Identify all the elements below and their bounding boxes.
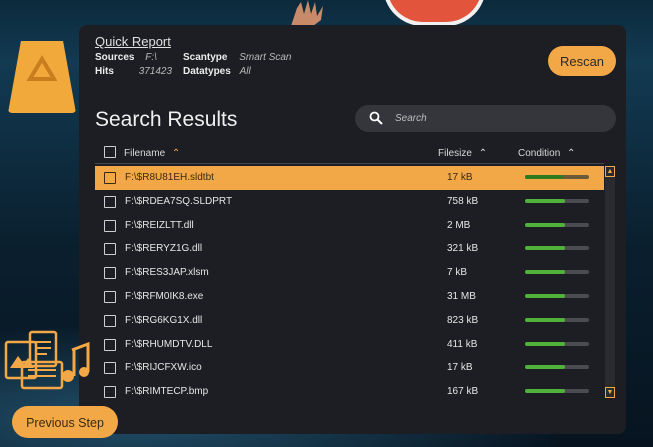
row-checkbox[interactable] (104, 314, 116, 327)
sort-chevron-up-icon: ⌃ (567, 148, 576, 159)
filename-header-label: Filename (124, 148, 166, 159)
condition-bar (525, 222, 589, 227)
row-checkbox[interactable] (104, 290, 116, 303)
select-all-checkbox[interactable] (104, 146, 116, 158)
row-filesize: 2 MB (447, 219, 471, 231)
table-row[interactable]: F:\$RDEA7SQ.SLDPRT 758 kB (95, 190, 604, 214)
condition-bar (525, 198, 589, 203)
sort-chevron-up-icon: ⌃ (171, 148, 181, 159)
file-types-icon (4, 330, 90, 390)
scantype-row: Scantype Smart Scan (183, 52, 292, 63)
row-checkbox[interactable] (104, 386, 116, 399)
condition-bar-fill (525, 222, 565, 227)
condition-bar-fill (525, 246, 565, 251)
hand-image (291, 0, 323, 26)
row-filesize: 7 kB (447, 267, 468, 279)
condition-bar (525, 365, 589, 370)
row-filesize: 17 kB (447, 172, 473, 183)
condition-bar (525, 317, 589, 322)
condition-bar-fill (525, 175, 564, 179)
condition-bar-fill (525, 293, 565, 298)
row-checkbox[interactable] (104, 243, 116, 256)
condition-bar (525, 389, 589, 394)
row-filename: F:\$RFM0IK8.exe (125, 290, 204, 302)
quick-report-link[interactable]: Quick Report (95, 34, 171, 49)
scantype-value: Smart Scan (239, 52, 292, 63)
datatypes-label: Datatypes (183, 66, 231, 77)
scroll-down-icon[interactable]: ▼ (605, 387, 615, 398)
table-header: Filename ⌃ Filesize ⌃ Condition ⌃ (95, 141, 604, 164)
search-placeholder: Search (395, 113, 427, 124)
hits-row: Hits 371423 (95, 66, 172, 77)
row-filesize: 31 MB (447, 290, 476, 302)
rescan-button[interactable]: Rescan (548, 46, 616, 76)
filesize-header-label: Filesize (438, 148, 472, 159)
row-filename: F:\$RES3JAP.xlsm (125, 267, 209, 279)
row-checkbox[interactable] (104, 338, 116, 351)
table-row[interactable]: F:\$RIMTECP.bmp 167 kB (95, 380, 604, 404)
filesize-column-header[interactable]: Filesize ⌃ (438, 148, 487, 159)
lifebuoy-image (383, 0, 486, 26)
condition-bar (525, 246, 589, 251)
scantype-label: Scantype (183, 52, 228, 63)
results-list: F:\$R8U81EH.sldtbt 17 kB F:\$RDEA7SQ.SLDPR… (95, 166, 604, 404)
condition-header-label: Condition (518, 148, 561, 159)
table-row[interactable]: F:\$REIZLTT.dll 2 MB (95, 214, 604, 238)
row-filesize: 167 kB (447, 386, 479, 398)
condition-bar-fill (525, 270, 565, 275)
sources-label: Sources (95, 52, 135, 63)
row-filename: F:\$R8U81EH.sldtbt (125, 172, 214, 183)
table-row[interactable]: F:\$R8U81EH.sldtbt 17 kB (95, 166, 604, 190)
table-row[interactable]: F:\$RG6KG1X.dll 823 kB (95, 309, 604, 333)
row-filesize: 17 kB (447, 362, 473, 374)
condition-bar (525, 293, 589, 298)
row-checkbox[interactable] (104, 219, 116, 232)
row-filename: F:\$RDEA7SQ.SLDPRT (125, 195, 233, 207)
row-checkbox[interactable] (104, 267, 116, 280)
condition-column-header[interactable]: Condition ⌃ (518, 148, 575, 159)
row-filesize: 758 kB (447, 195, 479, 207)
row-filename: F:\$RIMTECP.bmp (125, 386, 209, 398)
search-results-title: Search Results (95, 108, 238, 131)
filename-column-header[interactable]: Filename ⌃ (124, 148, 180, 159)
row-filename: F:\$REIZLTT.dll (125, 219, 194, 231)
datatypes-value: All (239, 66, 251, 77)
sort-chevron-up-icon: ⌃ (478, 148, 488, 159)
table-row[interactable]: F:\$RFM0IK8.exe 31 MB (95, 285, 604, 309)
table-row[interactable]: F:\$RIJCFXW.ico 17 kB (95, 356, 604, 380)
search-icon (369, 111, 383, 125)
hits-label: Hits (95, 66, 114, 77)
condition-bar (525, 175, 589, 179)
row-checkbox[interactable] (104, 172, 116, 184)
hits-value: 371423 (138, 66, 173, 77)
row-filename: F:\$RHUMDTV.DLL (125, 338, 213, 350)
condition-bar (525, 270, 589, 275)
datatypes-row: Datatypes All (183, 66, 251, 77)
table-row[interactable]: F:\$RHUMDTV.DLL 411 kB (95, 333, 604, 357)
row-filesize: 411 kB (447, 338, 478, 350)
row-filename: F:\$RIJCFXW.ico (125, 362, 202, 374)
recycle-icon (26, 55, 58, 81)
table-row[interactable]: F:\$RERYZ1G.dll 321 kB (95, 237, 604, 261)
scrollbar[interactable]: ▲ ▼ (605, 166, 615, 398)
row-checkbox[interactable] (104, 195, 116, 208)
row-checkbox[interactable] (104, 362, 116, 375)
row-filesize: 321 kB (447, 243, 479, 255)
condition-bar-fill (525, 317, 565, 322)
scroll-up-icon[interactable]: ▲ (605, 166, 615, 177)
condition-bar-fill (525, 198, 565, 203)
row-filename: F:\$RERYZ1G.dll (125, 243, 203, 255)
condition-bar-fill (525, 389, 565, 394)
row-filesize: 823 kB (447, 314, 479, 326)
row-filename: F:\$RG6KG1X.dll (125, 314, 203, 326)
search-box[interactable]: Search (355, 105, 616, 132)
condition-bar (525, 341, 589, 346)
sources-row: Sources F:\ (95, 52, 157, 63)
app-logo (8, 41, 76, 113)
condition-bar-fill (525, 341, 565, 346)
sources-value: F:\ (145, 52, 157, 63)
condition-bar-fill (525, 365, 565, 370)
table-row[interactable]: F:\$RES3JAP.xlsm 7 kB (95, 261, 604, 285)
previous-step-button[interactable]: Previous Step (12, 406, 118, 438)
